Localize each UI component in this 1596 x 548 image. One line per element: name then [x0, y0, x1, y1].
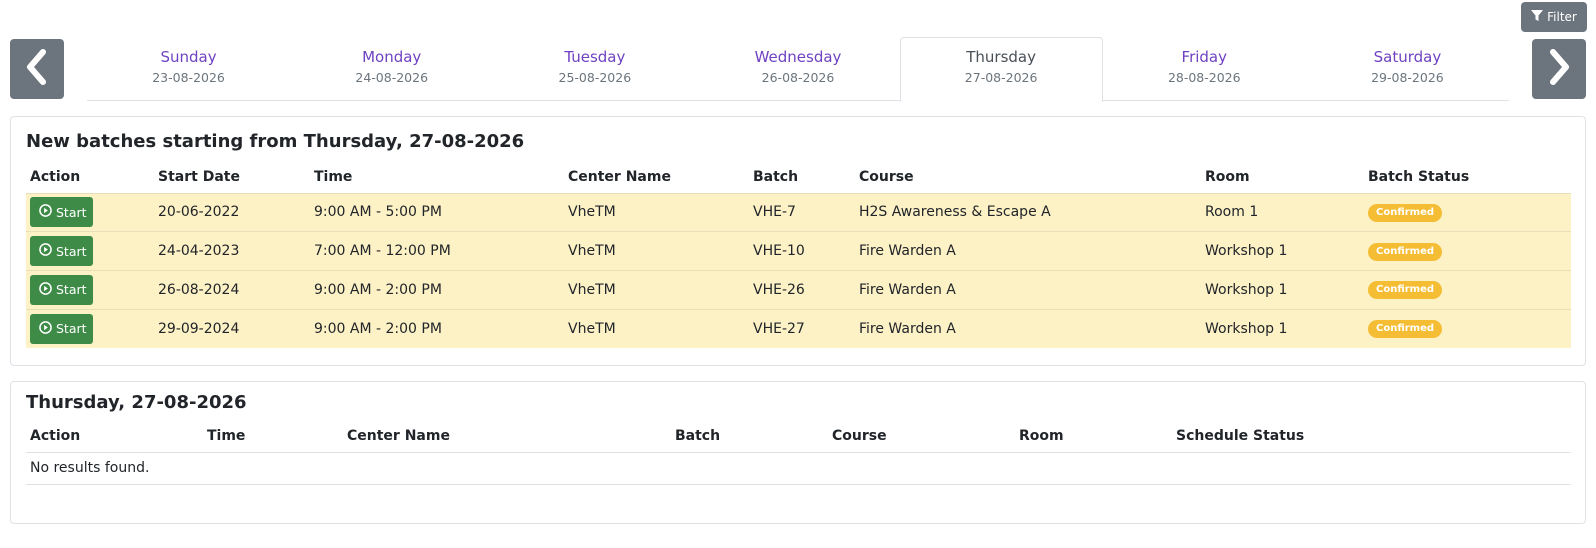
- batch-cell: VHE-7: [753, 204, 796, 221]
- day-name: Saturday: [1373, 48, 1442, 66]
- course-cell: Fire Warden A: [859, 243, 956, 260]
- center-cell: VheTM: [568, 281, 616, 298]
- column-header: Center Name: [568, 168, 671, 185]
- status-badge: Confirmed: [1368, 203, 1443, 222]
- table-row: Start 29-09-2024 9:00 AM - 2:00 PM VheTM…: [26, 309, 1571, 348]
- tab-saturday[interactable]: Saturday 29-08-2026: [1306, 37, 1509, 100]
- course-cell: Fire Warden A: [859, 320, 956, 337]
- column-header: Batch Status: [1368, 168, 1470, 185]
- batches-table: Action Start Date Time Center Name Batch…: [26, 161, 1571, 348]
- time-cell: 7:00 AM - 12:00 PM: [314, 243, 451, 260]
- column-header: Schedule Status: [1176, 427, 1305, 444]
- batch-cell: VHE-10: [753, 243, 805, 260]
- start-label: Start: [56, 321, 87, 337]
- column-header: Time: [207, 427, 246, 444]
- column-header: Action: [30, 168, 81, 185]
- center-cell: VheTM: [568, 204, 616, 221]
- tab-wednesday[interactable]: Wednesday 26-08-2026: [696, 37, 899, 100]
- empty-message: No results found.: [30, 460, 150, 476]
- start-date-cell: 24-04-2023: [158, 243, 240, 260]
- column-header: Start Date: [158, 168, 240, 185]
- day-date: 25-08-2026: [558, 70, 632, 85]
- center-cell: VheTM: [568, 243, 616, 260]
- time-cell: 9:00 AM - 2:00 PM: [314, 320, 442, 337]
- table-header-row: Action Time Center Name Batch Course Roo…: [26, 420, 1571, 452]
- course-cell: Fire Warden A: [859, 281, 956, 298]
- start-button[interactable]: Start: [30, 197, 93, 228]
- filter-icon: [1531, 9, 1544, 25]
- play-circle-icon: [39, 282, 52, 298]
- day-date: 29-08-2026: [1371, 70, 1444, 85]
- day-date: 27-08-2026: [964, 70, 1038, 85]
- batch-cell: VHE-26: [753, 281, 805, 298]
- day-name: Wednesday: [754, 48, 842, 66]
- room-cell: Workshop 1: [1205, 281, 1288, 298]
- table-row: Start 20-06-2022 9:00 AM - 5:00 PM VheTM…: [26, 193, 1571, 232]
- start-label: Start: [56, 243, 87, 259]
- column-header: Batch: [675, 427, 721, 444]
- start-button[interactable]: Start: [30, 274, 93, 305]
- day-name: Thursday: [966, 48, 1036, 66]
- room-cell: Workshop 1: [1205, 243, 1288, 260]
- start-date-cell: 26-08-2024: [158, 281, 240, 298]
- day-schedule-card: Thursday, 27-08-2026 Action Time Center …: [10, 381, 1586, 524]
- course-cell: H2S Awareness & Escape A: [859, 204, 1051, 221]
- start-label: Start: [56, 282, 87, 298]
- day-name: Sunday: [160, 48, 217, 66]
- center-cell: VheTM: [568, 320, 616, 337]
- status-badge: Confirmed: [1368, 242, 1443, 261]
- room-cell: Room 1: [1205, 204, 1259, 221]
- schedule-table: Action Time Center Name Batch Course Roo…: [26, 420, 1571, 485]
- column-header: Action: [30, 427, 81, 444]
- filter-button[interactable]: Filter: [1521, 2, 1587, 32]
- table-row: Start 24-04-2023 7:00 AM - 12:00 PM VheT…: [26, 231, 1571, 271]
- room-cell: Workshop 1: [1205, 320, 1288, 337]
- table-header-row: Action Start Date Time Center Name Batch…: [26, 161, 1571, 193]
- empty-row: No results found.: [26, 452, 1571, 484]
- previous-week-button[interactable]: [10, 39, 64, 99]
- tab-tuesday[interactable]: Tuesday 25-08-2026: [493, 37, 696, 100]
- tab-monday[interactable]: Monday 24-08-2026: [290, 37, 493, 100]
- new-batches-card: New batches starting from Thursday, 27-0…: [10, 116, 1586, 366]
- day-date: 28-08-2026: [1167, 70, 1241, 85]
- day-tabs: Sunday 23-08-2026 Monday 24-08-2026 Tues…: [87, 37, 1509, 102]
- chevron-right-icon: [1544, 48, 1574, 90]
- play-circle-icon: [39, 321, 52, 337]
- day-name: Monday: [362, 48, 422, 66]
- time-cell: 9:00 AM - 2:00 PM: [314, 281, 442, 298]
- new-batches-title: New batches starting from Thursday, 27-0…: [26, 131, 525, 152]
- start-date-cell: 29-09-2024: [158, 320, 240, 337]
- column-header: Time: [314, 168, 353, 185]
- column-header: Center Name: [347, 427, 450, 444]
- column-header: Batch: [753, 168, 799, 185]
- day-date: 23-08-2026: [152, 70, 225, 85]
- status-badge: Confirmed: [1368, 281, 1443, 300]
- play-circle-icon: [39, 243, 52, 259]
- start-date-cell: 20-06-2022: [158, 204, 240, 221]
- tab-sunday[interactable]: Sunday 23-08-2026: [87, 37, 290, 100]
- day-name: Friday: [1181, 48, 1227, 66]
- play-circle-icon: [39, 204, 52, 220]
- next-week-button[interactable]: [1532, 39, 1586, 99]
- day-date: 24-08-2026: [355, 70, 429, 85]
- tab-thursday[interactable]: Thursday 27-08-2026: [899, 37, 1103, 102]
- column-header: Room: [1019, 427, 1064, 444]
- day-schedule-title: Thursday, 27-08-2026: [26, 392, 247, 413]
- batch-cell: VHE-27: [753, 320, 805, 337]
- column-header: Course: [859, 168, 914, 185]
- time-cell: 9:00 AM - 5:00 PM: [314, 204, 442, 221]
- column-header: Course: [832, 427, 887, 444]
- filter-label: Filter: [1547, 10, 1577, 24]
- table-row: Start 26-08-2024 9:00 AM - 2:00 PM VheTM…: [26, 270, 1571, 310]
- column-header: Room: [1205, 168, 1250, 185]
- day-date: 26-08-2026: [761, 70, 835, 85]
- chevron-left-icon: [22, 48, 52, 90]
- start-button[interactable]: Start: [30, 236, 93, 267]
- start-label: Start: [56, 204, 87, 220]
- status-badge: Confirmed: [1368, 320, 1443, 339]
- tab-friday[interactable]: Friday 28-08-2026: [1103, 37, 1306, 100]
- day-name: Tuesday: [564, 48, 626, 66]
- start-button[interactable]: Start: [30, 313, 93, 344]
